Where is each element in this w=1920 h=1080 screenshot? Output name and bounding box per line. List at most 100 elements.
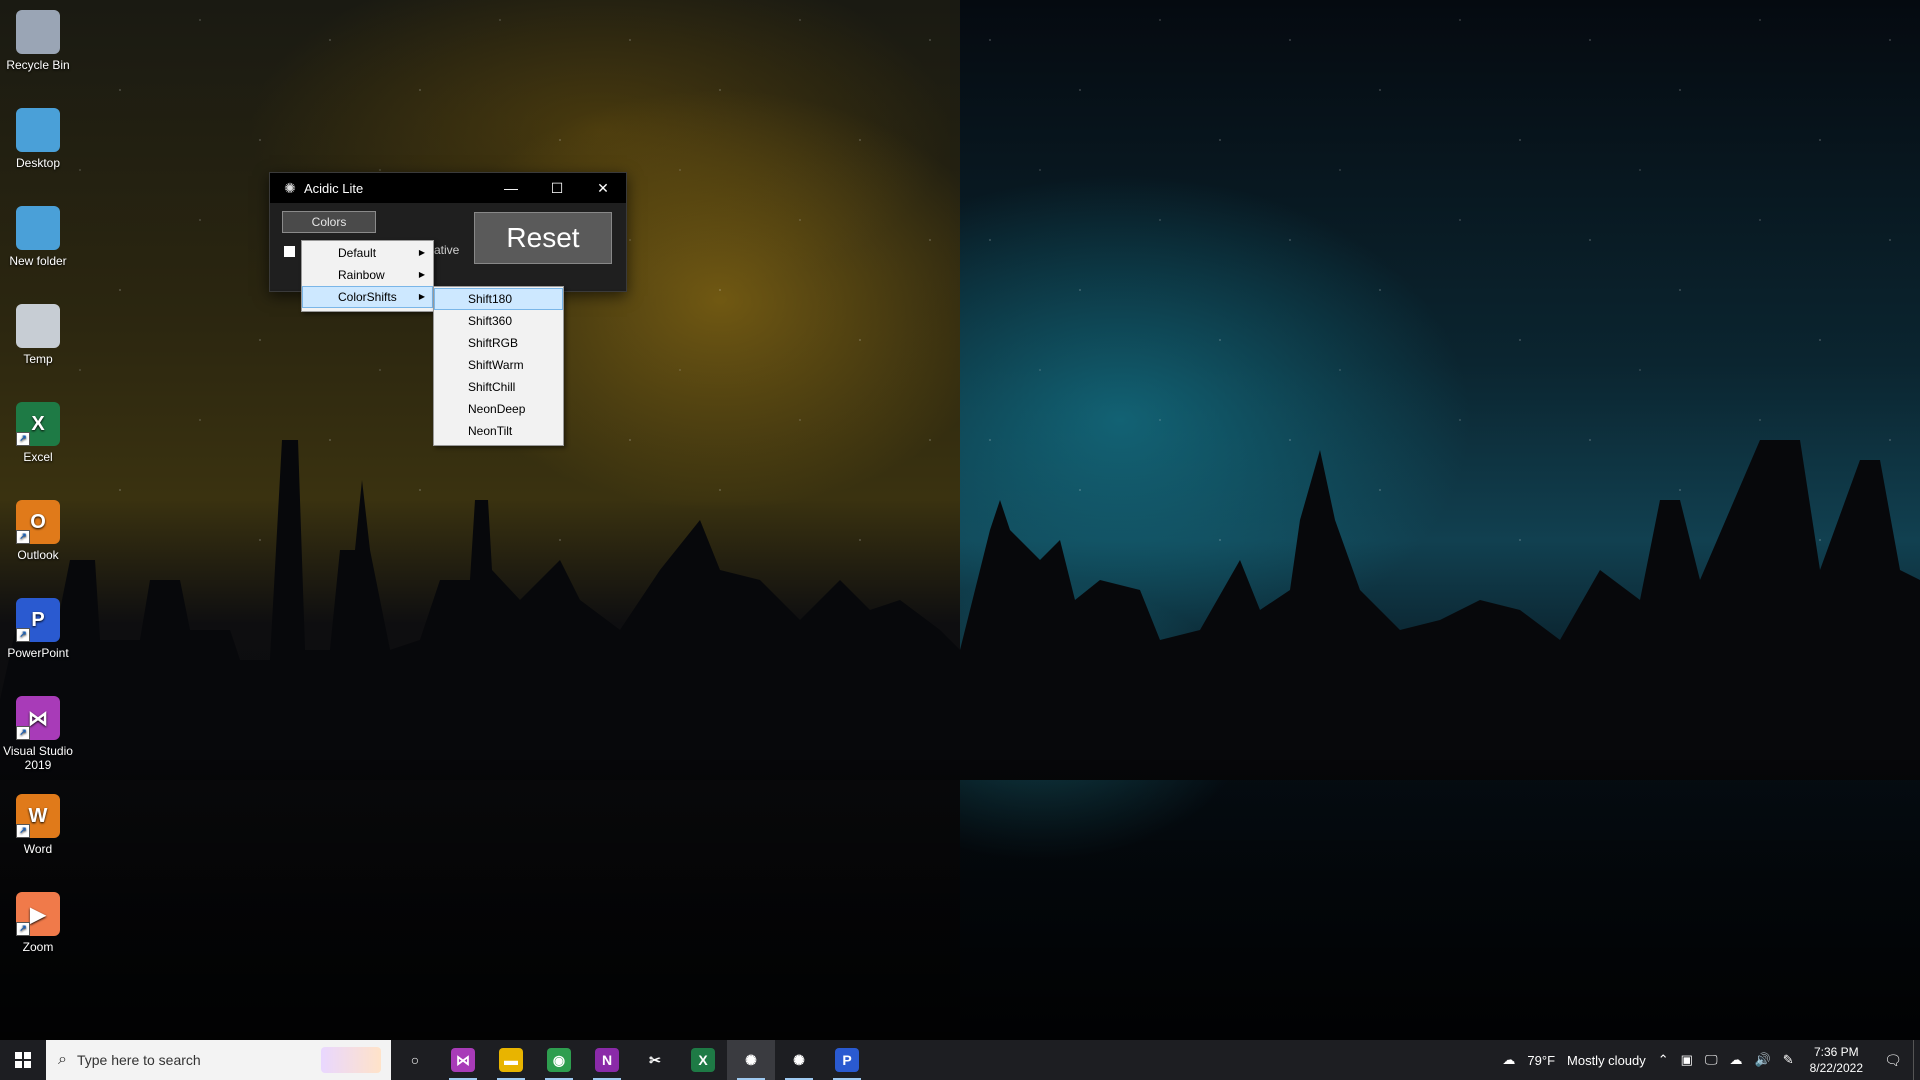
colorshift-item[interactable]: Shift180 [434, 288, 563, 310]
search-placeholder: Type here to search [76, 1052, 201, 1068]
file-explorer-icon: ▬ [499, 1048, 523, 1072]
desktop-icon-label: Visual Studio 2019 [3, 744, 73, 772]
colorshift-item[interactable]: NeonDeep [434, 398, 563, 420]
desktop-icon[interactable]: P ↗ PowerPoint [0, 592, 76, 660]
colorshift-item-label: ShiftWarm [468, 358, 524, 372]
window-title: Acidic Lite [304, 180, 364, 196]
desktop-icon-label: New folder [9, 254, 67, 268]
desktop-icon[interactable]: Recycle Bin [0, 4, 76, 72]
colorshift-item[interactable]: Shift360 [434, 310, 563, 332]
visual-studio-icon: ⋈ [451, 1048, 475, 1072]
folder-icon [16, 304, 60, 348]
show-desktop-button[interactable] [1913, 1040, 1920, 1080]
snipping-tool-icon: ✂ [649, 1051, 661, 1068]
submenu-arrow-icon: ▶ [418, 292, 425, 301]
taskbar-acidic-lite-button[interactable]: ✺ [727, 1040, 775, 1080]
desktop-icon[interactable]: Temp [0, 298, 76, 366]
powerpoint-icon: P ↗ [16, 598, 60, 642]
desktop-wallpaper [0, 0, 1920, 1040]
colorshift-item[interactable]: NeonTilt [434, 420, 563, 442]
taskbar-powerpoint-button[interactable]: P [823, 1040, 871, 1080]
colorshift-item-label: ShiftChill [468, 380, 516, 394]
taskbar-snipping-tool-button[interactable]: ✂ [631, 1040, 679, 1080]
minimize-button[interactable]: — [488, 173, 534, 203]
taskbar-clock[interactable]: 7:36 PM 8/22/2022 [1800, 1044, 1873, 1076]
desktop-icon-label: Desktop [15, 156, 61, 170]
taskbar-cortana-button[interactable]: ○ [391, 1040, 439, 1080]
colorshift-item-label: Shift180 [468, 292, 513, 306]
taskbar-excel-button[interactable]: X [679, 1040, 727, 1080]
cortana-icon: ○ [410, 1052, 420, 1068]
reset-button[interactable]: Reset [474, 212, 612, 264]
colorshift-item-label: Shift360 [468, 314, 513, 328]
colorshift-item[interactable]: ShiftWarm [434, 354, 563, 376]
notification-icon: 🗨 [1884, 1051, 1902, 1068]
outlook-icon: O ↗ [16, 500, 60, 544]
colors-menu-item[interactable]: Default ▶ [302, 242, 433, 264]
desktop-icon-label: Temp [23, 352, 53, 366]
desktop-icon[interactable]: ▶ ↗ Zoom [0, 886, 76, 954]
search-icon: ⌕ [58, 1051, 67, 1068]
onedrive-icon[interactable]: ☁ [1724, 1052, 1749, 1068]
folder-icon [16, 206, 60, 250]
taskbar-acidic-button[interactable]: ✺ [775, 1040, 823, 1080]
colorshifts-submenu: Shift180 Shift360 ShiftRGB ShiftWarm ShiftCh… [433, 286, 564, 446]
acidic-lite-icon: ✺ [284, 180, 296, 196]
chevron-up-icon[interactable]: ⌃ [1652, 1052, 1675, 1068]
desktop-icon[interactable]: O ↗ Outlook [0, 494, 76, 562]
chrome-icon: ◉ [547, 1048, 571, 1072]
desktop-icon-label: Recycle Bin [6, 58, 70, 72]
clock-time: 7:36 PM [1813, 1045, 1859, 1059]
taskbar-file-explorer-button[interactable]: ▬ [487, 1040, 535, 1080]
visual-studio-icon: ⋈ ↗ [16, 696, 60, 740]
submenu-arrow-icon: ▶ [418, 248, 425, 257]
taskbar: ⌕ Type here to search ○ ⋈ ▬ ◉ N ✂ X ✺ ✺ P ☁ 79°F … [0, 1040, 1920, 1080]
colors-menu-item-label: ColorShifts [338, 290, 397, 304]
shortcut-arrow-icon: ↗ [16, 432, 30, 446]
desktop-icon-label: Excel [23, 450, 53, 464]
desktop-icon-label: PowerPoint [7, 646, 69, 660]
colorshift-item[interactable]: ShiftChill [434, 376, 563, 398]
recycle-bin-icon [16, 10, 60, 54]
desktop-icon[interactable]: W ↗ Word [0, 788, 76, 856]
taskbar-visual-studio-button[interactable]: ⋈ [439, 1040, 487, 1080]
desktop-icon-label: Outlook [17, 548, 59, 562]
colors-menu-item[interactable]: ColorShifts ▶ [302, 286, 433, 308]
desktop-icon[interactable]: New folder [0, 200, 76, 268]
shortcut-arrow-icon: ↗ [16, 824, 30, 838]
search-highlight-image [321, 1047, 381, 1073]
taskbar-chrome-button[interactable]: ◉ [535, 1040, 583, 1080]
harbor-water [0, 760, 1920, 1040]
desktop-icon[interactable]: ⋈ ↗ Visual Studio 2019 [0, 690, 76, 772]
weather-desc[interactable]: Mostly cloudy [1561, 1053, 1652, 1068]
desktop-icon[interactable]: X ↗ Excel [0, 396, 76, 464]
folder-icon [16, 108, 60, 152]
desktop-icon[interactable]: Desktop [0, 102, 76, 170]
meet-now-icon[interactable]: ▣ [1675, 1052, 1699, 1068]
close-button[interactable]: ✕ [580, 173, 626, 203]
taskbar-search-box[interactable]: ⌕ Type here to search [46, 1040, 391, 1080]
colorshift-item[interactable]: ShiftRGB [434, 332, 563, 354]
network-icon[interactable]: 🖵 [1699, 1052, 1724, 1068]
volume-icon[interactable]: 🔊 [1749, 1052, 1777, 1068]
colors-menu: Default ▶ Rainbow ▶ ColorShifts ▶ [301, 240, 434, 312]
weather-cloudy-icon[interactable]: ☁ [1496, 1052, 1521, 1068]
weather-temp[interactable]: 79°F [1521, 1053, 1561, 1068]
onenote-icon: N [595, 1048, 619, 1072]
pen-icon[interactable]: ✎ [1777, 1052, 1800, 1068]
negative-checkbox[interactable] [284, 246, 295, 257]
colorshift-item-label: ShiftRGB [468, 336, 519, 350]
window-titlebar[interactable]: ✺ Acidic Lite — ☐ ✕ [270, 173, 626, 203]
shortcut-arrow-icon: ↗ [16, 726, 30, 740]
acidic-icon: ✺ [793, 1051, 805, 1068]
taskbar-onenote-button[interactable]: N [583, 1040, 631, 1080]
city-skyline [0, 440, 1920, 780]
notification-center-button[interactable]: 🗨 [1873, 1040, 1913, 1080]
word-icon: W ↗ [16, 794, 60, 838]
colors-button[interactable]: Colors [282, 211, 376, 233]
negative-checkbox-label: ative [434, 243, 460, 257]
start-button[interactable] [0, 1040, 46, 1080]
maximize-button[interactable]: ☐ [534, 173, 580, 203]
colors-menu-item[interactable]: Rainbow ▶ [302, 264, 433, 286]
excel-icon: X ↗ [16, 402, 60, 446]
